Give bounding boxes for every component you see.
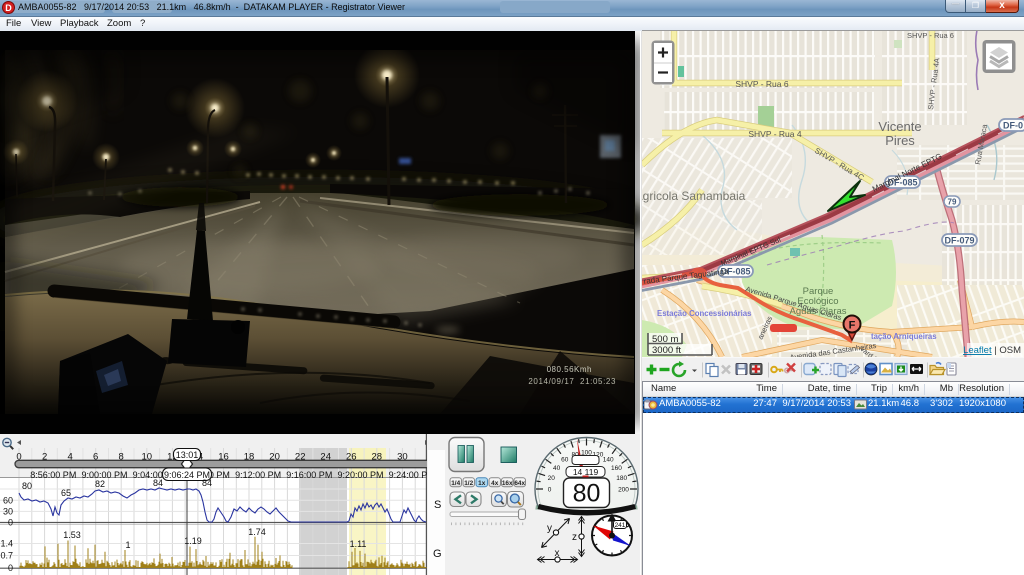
- svg-text:79: 79: [948, 198, 957, 207]
- svg-text:60: 60: [3, 496, 13, 506]
- svg-text:64x: 64x: [514, 480, 525, 487]
- svg-text:1.11: 1.11: [350, 539, 367, 549]
- svg-text:20: 20: [548, 475, 556, 482]
- svg-text:16x: 16x: [502, 480, 513, 487]
- svg-text:4x: 4x: [491, 480, 499, 487]
- svg-text:D: D: [5, 3, 12, 13]
- svg-text:9:12:00 PM: 9:12:00 PM: [235, 470, 281, 480]
- svg-text:Pires: Pires: [885, 133, 915, 148]
- svg-text:Estação Concessionárias: Estação Concessionárias: [657, 309, 752, 318]
- svg-text:1.74: 1.74: [248, 527, 266, 537]
- svg-text:2014/09/17 21:05:23: 2014/09/17 21:05:23: [528, 377, 616, 386]
- svg-text:1.19: 1.19: [184, 536, 202, 546]
- svg-text:200: 200: [618, 487, 629, 494]
- svg-text:500 m: 500 m: [652, 334, 678, 345]
- svg-text:8:56:00 PM: 8:56:00 PM: [30, 470, 76, 480]
- svg-text:x: x: [555, 548, 560, 559]
- svg-text:9:16:00 PM: 9:16:00 PM: [286, 470, 332, 480]
- svg-text:1.4: 1.4: [0, 539, 13, 549]
- svg-text:180: 180: [616, 475, 627, 482]
- svg-text:0: 0: [8, 563, 13, 573]
- svg-text:DF-079: DF-079: [944, 236, 974, 246]
- svg-text:S: S: [434, 499, 441, 511]
- svg-text:tação Arniqueiras: tação Arniqueiras: [871, 332, 937, 341]
- svg-text:SHVP - Rua 6: SHVP - Rua 6: [907, 31, 954, 40]
- svg-text:1x: 1x: [478, 480, 486, 487]
- svg-text:SHVP - Rua 6: SHVP - Rua 6: [735, 79, 789, 89]
- svg-text:160: 160: [611, 465, 622, 472]
- svg-text:40: 40: [553, 465, 561, 472]
- svg-text:13:01: 13:01: [176, 450, 199, 460]
- svg-text:82: 82: [95, 479, 105, 489]
- svg-text:80: 80: [22, 481, 32, 491]
- svg-text:SHVP - Rua 4: SHVP - Rua 4: [748, 129, 802, 139]
- svg-text:84: 84: [202, 478, 212, 488]
- svg-text:65: 65: [61, 488, 71, 498]
- svg-text:1.53: 1.53: [63, 530, 81, 540]
- svg-text:1: 1: [125, 540, 130, 550]
- svg-text:0.7: 0.7: [0, 551, 13, 561]
- svg-text:1/2: 1/2: [464, 480, 473, 487]
- svg-text:3000 ft: 3000 ft: [652, 345, 681, 356]
- svg-text:y: y: [547, 523, 552, 534]
- svg-text:60: 60: [561, 457, 569, 464]
- svg-text:80: 80: [573, 480, 601, 508]
- svg-text:30: 30: [3, 507, 13, 517]
- svg-text:0: 0: [8, 518, 13, 528]
- svg-text:DF-0: DF-0: [1003, 121, 1023, 131]
- svg-text:0: 0: [548, 487, 552, 494]
- svg-text:241: 241: [615, 522, 626, 529]
- svg-text:Vicente: Vicente: [878, 119, 921, 134]
- svg-text:140: 140: [603, 457, 614, 464]
- svg-text:z: z: [572, 532, 577, 543]
- svg-text:1/4: 1/4: [451, 480, 460, 487]
- svg-text:Leaflet | OSM: Leaflet | OSM: [963, 345, 1021, 356]
- svg-text:Agricola Samambaia: Agricola Samambaia: [642, 189, 746, 203]
- svg-text:G: G: [433, 548, 442, 560]
- svg-text:84: 84: [153, 478, 163, 488]
- svg-text:080.56Kmh: 080.56Kmh: [547, 365, 592, 374]
- svg-text:F: F: [849, 320, 856, 332]
- svg-text:9:20:00 PM: 9:20:00 PM: [337, 470, 383, 480]
